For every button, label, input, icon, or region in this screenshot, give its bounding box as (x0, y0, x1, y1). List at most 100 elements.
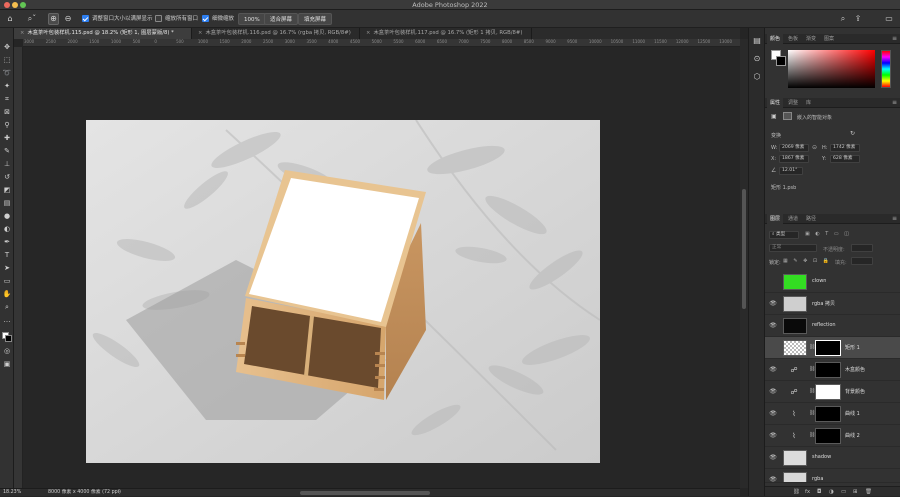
frame-tool-icon[interactable]: ⊠ (2, 107, 12, 117)
share-icon[interactable]: ⇪ (853, 14, 863, 24)
ruler-horizontal[interactable]: 3000 2500 2000 1500 1000 500 0 500 1000 1500 2000 2… (23, 39, 740, 47)
layer-row-curves-2[interactable]: 👁 ⌇ ⛓ 曲线 2 (765, 425, 900, 447)
layer-mask-thumbnail[interactable] (815, 362, 841, 378)
tab-close-icon[interactable]: × (20, 30, 24, 36)
actions-panel-icon[interactable]: ⊙ (752, 54, 762, 64)
history-panel-icon[interactable]: ▤ (752, 36, 762, 46)
layer-mask-thumbnail[interactable] (815, 406, 841, 422)
healing-brush-tool-icon[interactable]: ✚ (2, 133, 12, 143)
tab-properties[interactable]: 属性 (767, 98, 784, 108)
type-tool-icon[interactable]: T (2, 250, 12, 260)
eye-icon[interactable]: 👁 (769, 300, 777, 307)
tab-doc-115[interactable]: × 木盒茶叶包装样机.115.psd @ 18.2% (矩形 1, 图层蒙版/8)… (14, 28, 192, 39)
panel-menu-icon[interactable]: ≡ (892, 215, 897, 222)
lasso-tool-icon[interactable]: ➰ (2, 68, 12, 78)
tab-color[interactable]: 颜色 (767, 34, 784, 44)
screen-mode-icon[interactable]: ▣ (2, 359, 12, 369)
eye-icon[interactable]: 👁 (769, 432, 777, 439)
zoom-100-button[interactable]: 100% (238, 13, 266, 25)
fill-field[interactable] (851, 257, 873, 265)
rectangle-tool-icon[interactable]: ▭ (2, 276, 12, 286)
tab-close-icon[interactable]: × (366, 30, 370, 36)
panel-menu-icon[interactable]: ≡ (892, 99, 897, 106)
zoom-out-icon[interactable]: ⊖ (63, 14, 73, 24)
eye-icon[interactable]: 👁 (769, 476, 777, 482)
layer-mask-thumbnail[interactable] (815, 384, 841, 400)
fill-screen-button[interactable]: 填充屏幕 (298, 13, 333, 25)
layer-row-clown[interactable]: clown (765, 271, 900, 293)
layer-row-rectangle-1[interactable]: ⛓ 矩形 1 (765, 337, 900, 359)
pen-tool-icon[interactable]: ✒ (2, 237, 12, 247)
background-color-swatch[interactable] (5, 335, 12, 342)
layer-mask-thumbnail[interactable] (815, 428, 841, 444)
eye-icon[interactable]: 👁 (769, 322, 777, 329)
marquee-tool-icon[interactable]: ⬚ (2, 55, 12, 65)
fit-screen-button[interactable]: 适合屏幕 (264, 13, 299, 25)
blur-tool-icon[interactable]: ● (2, 211, 12, 221)
layer-row-wood-color[interactable]: 👁 ☍ ⛓ 木盒颜色 (765, 359, 900, 381)
layer-row-rgba-copy[interactable]: 👁 rgba 拷贝 (765, 293, 900, 315)
path-selection-tool-icon[interactable]: ➤ (2, 263, 12, 273)
eye-icon[interactable]: 👁 (769, 388, 777, 395)
reset-transform-icon[interactable]: ↻ (850, 130, 855, 137)
brush-tool-icon[interactable]: ✎ (2, 146, 12, 156)
tab-patterns[interactable]: 图案 (821, 34, 837, 44)
eyedropper-tool-icon[interactable]: ⚲ (2, 120, 12, 130)
lock-icons[interactable]: ▦ ✎ ✥ ⊡ 🔒 (783, 258, 831, 264)
search-icon[interactable]: ⌕ (838, 14, 848, 24)
zoom-tool-icon[interactable]: ⌕ (2, 302, 12, 312)
workspace-icon[interactable]: ▭ (884, 14, 894, 24)
tab-gradients[interactable]: 渐变 (803, 34, 819, 44)
zoom-tool-preset-icon[interactable]: ⌕ˇ (26, 14, 38, 24)
layer-row-rgba[interactable]: 👁 rgba (765, 469, 900, 483)
angle-field[interactable]: 12.01° (779, 167, 803, 175)
layer-mask-thumbnail[interactable] (815, 340, 841, 356)
tab-adjustments[interactable]: 调整 (785, 98, 801, 108)
h-field[interactable]: 1742 像素 (830, 144, 860, 152)
layer-row-curves-1[interactable]: 👁 ⌇ ⛓ 曲线 1 (765, 403, 900, 425)
tab-doc-117[interactable]: × 木盒茶叶包装样机.117.psd @ 16.7% (矩形 1 拷贝, RGB/… (360, 28, 532, 39)
history-brush-tool-icon[interactable]: ↺ (2, 172, 12, 182)
y-field[interactable]: 628 像素 (830, 155, 860, 163)
panel-menu-icon[interactable]: ≡ (892, 35, 897, 42)
x-field[interactable]: 1867 像素 (779, 155, 809, 163)
horizontal-scrollbar[interactable] (300, 491, 430, 495)
zoom-in-icon[interactable]: ⊕ (48, 13, 59, 25)
resize-windows-checkbox[interactable] (82, 15, 89, 22)
ruler-vertical[interactable] (14, 47, 23, 488)
eye-icon[interactable]: 👁 (769, 366, 777, 373)
tab-channels[interactable]: 通道 (785, 214, 801, 224)
zoom-all-windows-checkbox[interactable] (155, 15, 162, 22)
color-picker-field[interactable] (788, 50, 875, 88)
hand-tool-icon[interactable]: ✋ (2, 289, 12, 299)
gradient-tool-icon[interactable]: ▤ (2, 198, 12, 208)
eraser-tool-icon[interactable]: ◩ (2, 185, 12, 195)
dodge-tool-icon[interactable]: ◐ (2, 224, 12, 234)
layer-row-bg-color[interactable]: 👁 ☍ ⛓ 背景颜色 (765, 381, 900, 403)
background-swatch[interactable] (776, 56, 786, 66)
scroll-thumb[interactable] (742, 189, 746, 309)
scrubby-zoom-checkbox[interactable] (202, 15, 209, 22)
tab-swatches[interactable]: 色板 (785, 34, 801, 44)
link-dimensions-icon[interactable]: ⊝ (812, 144, 817, 151)
eye-icon[interactable]: 👁 (769, 454, 777, 461)
w-field[interactable]: 2069 像素 (779, 144, 809, 152)
eye-icon[interactable]: 👁 (769, 410, 777, 417)
magic-wand-tool-icon[interactable]: ✦ (2, 81, 12, 91)
quick-mask-icon[interactable]: ◎ (2, 346, 12, 356)
move-tool-icon[interactable]: ✥ (2, 42, 12, 52)
tab-layers[interactable]: 图层 (767, 214, 784, 224)
layer-row-shadow[interactable]: 👁 shadow (765, 447, 900, 469)
tab-libraries[interactable]: 库 (803, 98, 814, 108)
tab-close-icon[interactable]: × (198, 30, 202, 36)
blend-mode-select[interactable]: 正常 (769, 244, 817, 252)
opacity-field[interactable] (851, 244, 873, 252)
filter-type-icons[interactable]: ▣ ◐ T ▭ ◫ (805, 231, 851, 237)
3d-panel-icon[interactable]: ⬡ (752, 72, 762, 82)
vertical-scrollbar[interactable] (740, 39, 748, 488)
layer-filter-select[interactable]: ⌕ 类型 (769, 231, 799, 239)
crop-tool-icon[interactable]: ⌗ (2, 94, 12, 104)
home-icon[interactable]: ⌂ (5, 14, 15, 24)
tab-paths[interactable]: 路径 (803, 214, 819, 224)
layer-row-reflection[interactable]: 👁 reflection (765, 315, 900, 337)
